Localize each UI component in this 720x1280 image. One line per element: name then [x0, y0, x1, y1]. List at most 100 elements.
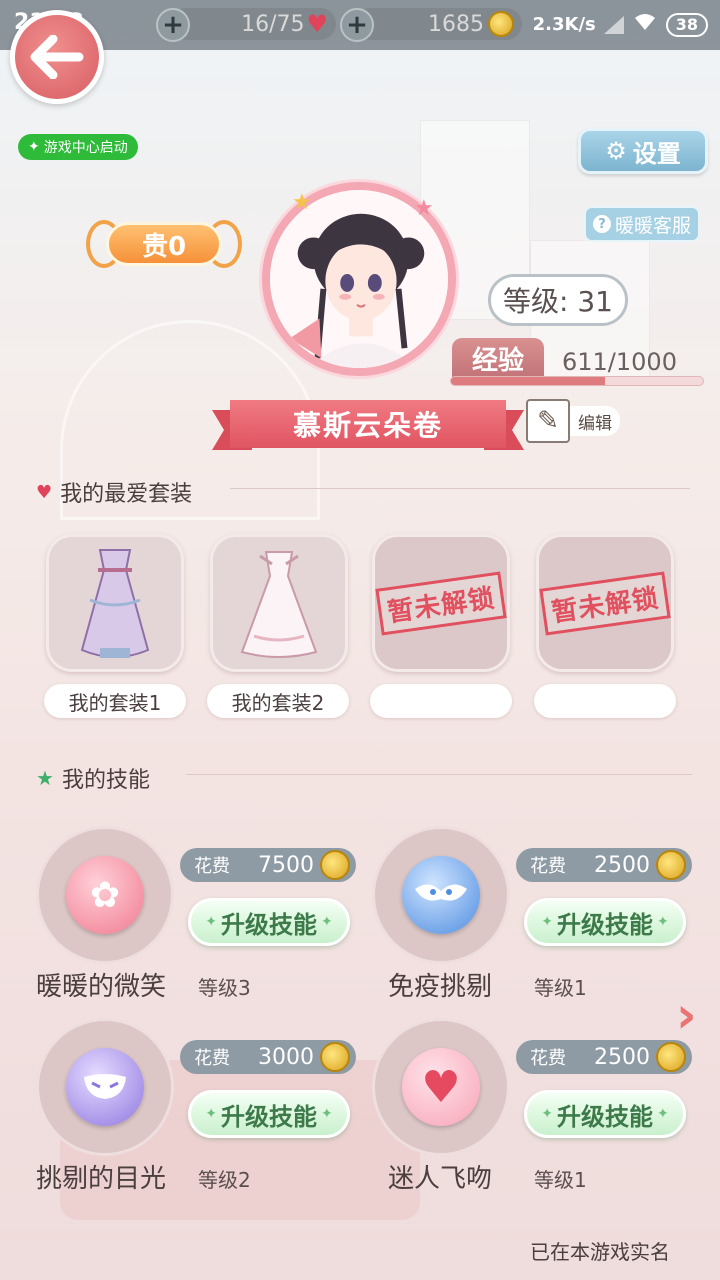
upgrade-skill-button[interactable]: ✦ 升级技能 ✦	[188, 898, 350, 946]
skill-orb[interactable]: ♥	[372, 1018, 510, 1156]
sparkle-icon: ✦	[657, 1106, 669, 1122]
signal-icon	[603, 15, 624, 34]
chevron-right-icon[interactable]: ›	[676, 986, 697, 1044]
mask-icon	[66, 1048, 144, 1126]
exp-progress-fill	[451, 377, 605, 385]
skill-orb[interactable]: ✿	[36, 826, 174, 964]
heart-icon: ♥	[402, 1048, 480, 1126]
upgrade-skill-button[interactable]: ✦ 升级技能 ✦	[524, 1090, 686, 1138]
skill-cost: 花费 2500	[516, 848, 692, 882]
skill-name: 挑剔的目光	[36, 1164, 167, 1194]
gear-icon: ⚙	[605, 137, 627, 165]
upgrade-skill-button[interactable]: ✦ 升级技能 ✦	[188, 1090, 350, 1138]
skill-cost: 花费 7500	[180, 848, 356, 882]
flower-icon: ✿	[66, 856, 144, 934]
sparkle-icon: ✦	[321, 914, 333, 930]
arrow-left-icon	[30, 35, 84, 79]
cost-value: 3000	[258, 1044, 314, 1070]
coin-icon	[656, 1042, 686, 1072]
game-center-badge[interactable]: ✦ 游戏中心启动	[18, 134, 138, 160]
real-name-verified-text: 已在本游戏实名	[530, 1240, 670, 1264]
sparkle-icon: ✦	[541, 1106, 553, 1122]
exp-value: 611/1000	[562, 348, 677, 376]
question-icon: ?	[592, 215, 611, 233]
vip-badge[interactable]: 贵0	[86, 216, 242, 272]
back-button[interactable]	[10, 10, 104, 104]
skill-level: 等级1	[534, 976, 587, 1000]
player-name: 慕斯云朵卷	[230, 400, 506, 448]
cost-label: 花费	[530, 1048, 566, 1069]
outfit-card-4: 暂未解锁	[536, 534, 674, 672]
skill-orb[interactable]	[36, 1018, 174, 1156]
cost-value: 2500	[594, 852, 650, 878]
stamina-counter: 16/75 ♥	[170, 8, 336, 40]
system-indicators: 2.3K/s 38	[533, 12, 708, 37]
skill-orb[interactable]	[372, 826, 510, 964]
skill-cost: 花费 3000	[180, 1040, 356, 1074]
status-bar: 21:13 16/75 ♥ + 1685 + 2.3K/s 38	[0, 0, 720, 50]
exp-progress-bar	[450, 376, 704, 386]
heart-icon: ♥	[306, 10, 328, 38]
skill-cost: 花费 2500	[516, 1040, 692, 1074]
edit-name-button[interactable]: ✎ 编辑	[526, 398, 626, 444]
player-name-ribbon: 慕斯云朵卷	[212, 400, 524, 450]
outfit-label-1: 我的套装1	[44, 684, 186, 718]
wifi-icon	[632, 12, 658, 37]
outfit-card-2[interactable]	[210, 534, 348, 672]
star-icon: ★	[36, 766, 54, 790]
cost-label: 花费	[530, 856, 566, 877]
skill-name: 免疫挑剔	[388, 972, 493, 1002]
skill-level: 等级1	[534, 1168, 587, 1192]
pencil-icon: ✎	[526, 399, 570, 443]
sparkle-icon: ✦	[541, 914, 553, 930]
upgrade-label: 升级技能	[557, 1102, 653, 1131]
coin-icon	[656, 850, 686, 880]
outfit-card-3: 暂未解锁	[372, 534, 510, 672]
locked-stamp: 暂未解锁	[539, 570, 671, 636]
edit-label: 编辑	[570, 406, 620, 436]
coin-icon	[488, 11, 514, 37]
skills-title: ★ 我的技能	[36, 762, 150, 794]
skill-name: 暖暖的微笑	[36, 972, 167, 1002]
cost-label: 花费	[194, 1048, 230, 1069]
upgrade-label: 升级技能	[221, 1102, 317, 1131]
add-coins-button[interactable]: +	[340, 8, 374, 42]
coin-counter: 1685	[354, 8, 522, 40]
skill-level: 等级2	[198, 1168, 251, 1192]
wing-mask-icon	[402, 856, 480, 934]
upgrade-skill-button[interactable]: ✦ 升级技能 ✦	[524, 898, 686, 946]
sparkle-icon: ✦	[205, 914, 217, 930]
outfit-label-2: 我的套装2	[207, 684, 349, 718]
game-center-icon: ✦	[28, 139, 40, 155]
upgrade-label: 升级技能	[557, 910, 653, 939]
heart-icon: ♥	[36, 481, 53, 503]
network-speed: 2.3K/s	[532, 14, 596, 35]
cost-value: 2500	[594, 1044, 650, 1070]
sparkle-icon: ✦	[321, 1106, 333, 1122]
skill-level: 等级3	[198, 976, 251, 1000]
customer-service-button[interactable]: ? 暖暖客服	[584, 206, 700, 242]
stamina-value: 16/75	[241, 11, 305, 37]
settings-button[interactable]: ⚙ 设置	[578, 128, 708, 174]
exp-label: 经验	[452, 338, 544, 378]
divider	[186, 774, 692, 775]
sparkle-icon: ✦	[657, 914, 669, 930]
dress-icon	[80, 549, 150, 658]
favorites-title-text: 我的最爱套装	[60, 482, 193, 507]
settings-label: 设置	[632, 139, 681, 168]
game-center-label: 游戏中心启动	[43, 140, 128, 156]
outfit-card-1[interactable]	[46, 534, 184, 672]
star-icon: ★	[292, 190, 312, 215]
star-icon: ★	[414, 196, 434, 221]
outfit-label-3	[370, 684, 512, 718]
service-label: 暖暖客服	[614, 214, 691, 237]
vip-level: 贵0	[106, 222, 222, 266]
upgrade-label: 升级技能	[221, 910, 317, 939]
battery-indicator: 38	[665, 12, 708, 37]
add-stamina-button[interactable]: +	[156, 8, 190, 42]
locked-stamp: 暂未解锁	[375, 570, 507, 636]
dress-icon	[240, 551, 318, 658]
coin-icon	[320, 1042, 350, 1072]
cost-value: 7500	[258, 852, 314, 878]
skills-title-text: 我的技能	[61, 768, 150, 793]
